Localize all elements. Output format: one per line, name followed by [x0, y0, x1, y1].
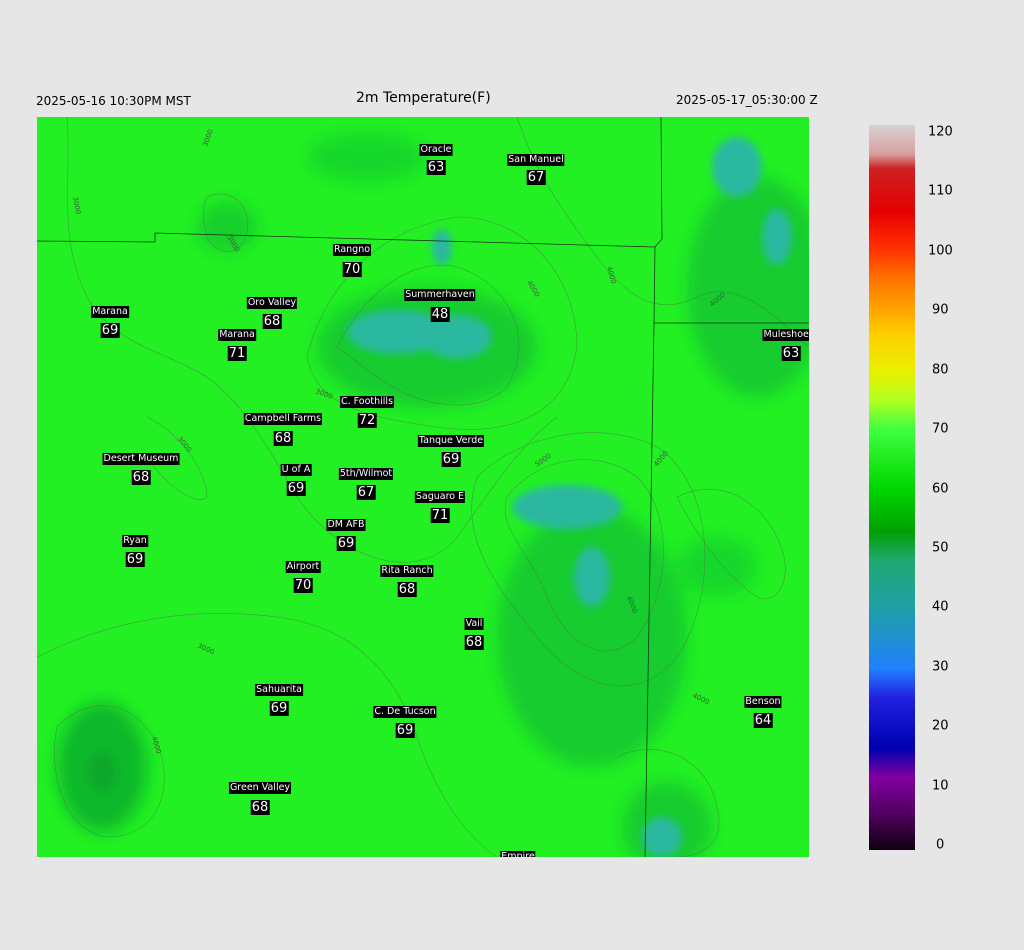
station-name-c-de-tucson: C. De Tucson	[373, 706, 437, 718]
colorbar-tick-label: 90	[932, 302, 949, 318]
station-name-empire: Empire	[500, 851, 536, 857]
station-temp-ryan: 69	[125, 552, 145, 567]
station-name-saguaro-e: Saguaro E	[414, 491, 466, 503]
station-name-oracle: Oracle	[419, 144, 453, 156]
station-name-benson: Benson	[744, 696, 782, 708]
colorbar-tick-label: 0	[936, 837, 945, 853]
station-name-marana: Marana	[218, 329, 256, 341]
station-temp-airport: 70	[293, 578, 313, 593]
station-temp-marana-w: 69	[100, 323, 120, 338]
map-title: 2m Temperature(F)	[356, 90, 491, 106]
station-name-dm-afb: DM AFB	[326, 519, 366, 531]
colorbar-tick-label: 10	[932, 778, 949, 794]
temperature-map: 3000 3000 3000 3000 3000 3000 4000 4000 …	[37, 117, 809, 857]
station-temp-muleshoe-r: 63	[781, 346, 801, 361]
colorbar-tick-label: 100	[928, 243, 953, 259]
station-temp-vail: 68	[464, 635, 484, 650]
station-name-san-manuel: San Manuel	[507, 154, 565, 166]
station-temp-dm-afb: 69	[336, 536, 356, 551]
colorbar-tick-label: 20	[932, 718, 949, 734]
temperature-field: 3000 3000 3000 3000 3000 3000 4000 4000 …	[37, 117, 809, 857]
valid-time-local: 2025-05-16 10:30PM MST	[36, 94, 191, 108]
station-temp-tanque-verde: 69	[441, 452, 461, 467]
station-name-campbell-farms: Campbell Farms	[243, 413, 323, 425]
station-temp-rita-ranch: 68	[397, 582, 417, 597]
station-temp-summerhaven: 48	[430, 307, 450, 322]
station-name-sahuarita: Sahuarita	[255, 684, 303, 696]
station-temp-5th-wilmot: 67	[356, 485, 376, 500]
station-name-ryan: Ryan	[122, 535, 148, 547]
colorbar-tick-label: 30	[932, 659, 949, 675]
station-temp-desert-museum: 68	[131, 470, 151, 485]
colorbar-tick-label: 80	[932, 362, 949, 378]
colorbar	[869, 125, 915, 850]
station-name-5th-wilmot: 5th/Wilmot	[338, 468, 394, 480]
colorbar-tick-label: 60	[932, 481, 949, 496]
station-temp-rangno: 70	[342, 262, 362, 277]
station-temp-sahuarita: 69	[269, 701, 289, 716]
station-temp-benson: 64	[753, 713, 773, 728]
station-name-airport: Airport	[285, 561, 321, 573]
colorbar-tick-label: 40	[932, 599, 949, 615]
station-name-c-foothills: C. Foothills	[339, 396, 395, 408]
station-temp-oro-valley: 68	[262, 314, 282, 329]
station-name-rangno: Rangno	[332, 244, 372, 256]
station-name-rita-ranch: Rita Ranch	[380, 565, 434, 577]
station-temp-campbell-farms: 68	[273, 431, 293, 446]
valid-time-utc: 2025-05-17_05:30:00 Z	[676, 93, 818, 107]
station-temp-marana: 71	[227, 346, 247, 361]
station-name-marana-w: Marana	[91, 306, 129, 318]
station-temp-saguaro-e: 71	[430, 508, 450, 523]
station-name-desert-museum: Desert Museum	[102, 453, 180, 465]
station-temp-san-manuel: 67	[526, 170, 546, 185]
station-temp-u-of-a: 69	[286, 481, 306, 496]
colorbar-tick-label: 110	[928, 183, 953, 199]
station-temp-c-de-tucson: 69	[395, 723, 415, 738]
station-name-muleshoe-r: Muleshoe R	[762, 329, 809, 341]
station-name-green-valley: Green Valley	[228, 782, 292, 794]
station-temp-oracle: 63	[426, 160, 446, 175]
station-name-oro-valley: Oro Valley	[246, 297, 298, 309]
station-name-summerhaven: Summerhaven	[404, 289, 476, 301]
station-temp-c-foothills: 72	[357, 413, 377, 428]
station-temp-green-valley: 68	[250, 800, 270, 815]
station-name-tanque-verde: Tanque Verde	[417, 435, 485, 447]
colorbar-gradient	[869, 125, 915, 850]
colorbar-tick-label: 50	[932, 540, 949, 556]
colorbar-tick-label: 120	[928, 124, 953, 140]
colorbar-tick-label: 70	[932, 421, 949, 437]
station-name-u-of-a: U of A	[280, 464, 312, 476]
station-name-vail: Vail	[464, 618, 484, 630]
